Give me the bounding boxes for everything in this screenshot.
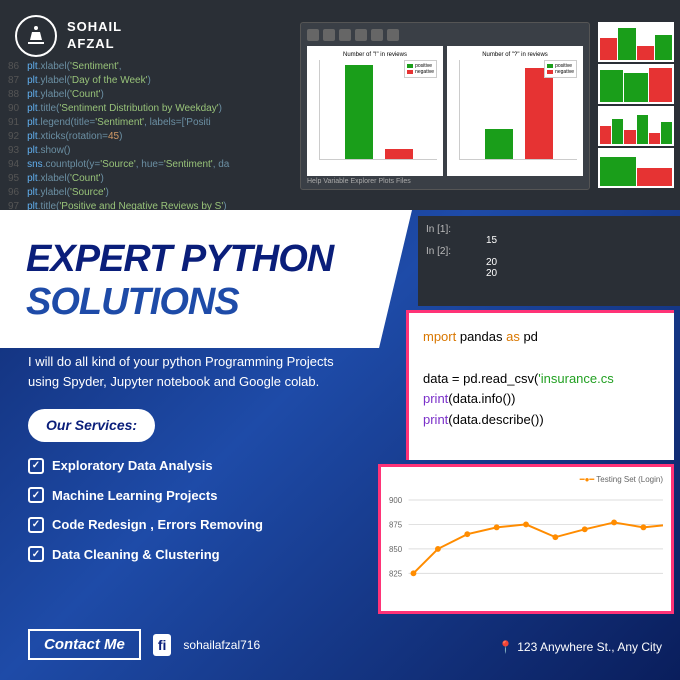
service-item: ✓Machine Learning Projects	[28, 486, 368, 506]
panel-tabs: Help Variable Explorer Plots Files	[307, 178, 583, 185]
contact-button[interactable]: Contact Me	[28, 629, 141, 660]
service-item: ✓Data Cleaning & Clustering	[28, 545, 368, 565]
service-item: ✓Exploratory Data Analysis	[28, 456, 368, 476]
plot-toolbar	[307, 29, 583, 43]
service-item: ✓Code Redesign , Errors Removing	[28, 515, 368, 535]
check-icon: ✓	[28, 458, 44, 474]
description-text: I will do all kind of your python Progra…	[28, 352, 368, 391]
headline-line2: SOLUTIONS	[26, 281, 386, 324]
services-list: ✓Exploratory Data Analysis ✓Machine Learn…	[28, 456, 368, 564]
profile-name: SOHAILAFZAL	[67, 19, 122, 53]
username: sohailafzal716	[183, 638, 260, 652]
thumbnail-charts	[598, 22, 674, 188]
line-chart: ━●━ Testing Set (Login) 900 875 850 825	[378, 464, 674, 614]
avatar-icon	[15, 15, 57, 57]
bar-chart-2: Number of "?" in reviews positivenegativ…	[447, 46, 583, 176]
svg-text:850: 850	[389, 545, 403, 554]
check-icon: ✓	[28, 546, 44, 562]
svg-text:875: 875	[389, 520, 403, 529]
svg-text:900: 900	[389, 496, 403, 505]
check-icon: ✓	[28, 487, 44, 503]
pin-icon: 📍	[498, 640, 513, 654]
ipython-console: In [1]: 15 In [2]: 20 20	[418, 216, 680, 306]
check-icon: ✓	[28, 517, 44, 533]
headline-card: EXPERT PYTHON SOLUTIONS	[0, 210, 412, 348]
svg-text:825: 825	[389, 569, 403, 578]
code-snippet: mport pandas as pd data = pd.read_csv('i…	[406, 310, 674, 460]
services-pill: Our Services:	[28, 409, 155, 442]
ide-plot-panel: Number of "!" in reviews positivenegativ…	[300, 22, 590, 190]
description-block: I will do all kind of your python Progra…	[28, 352, 368, 574]
contact-row: Contact Me fi sohailafzal716	[28, 629, 260, 660]
fiverr-icon: fi	[153, 634, 172, 656]
address: 📍 123 Anywhere St., Any City	[498, 640, 662, 654]
bar-chart-1: Number of "!" in reviews positivenegativ…	[307, 46, 443, 176]
headline-line1: EXPERT PYTHON	[26, 238, 386, 281]
profile-header: SOHAILAFZAL	[15, 15, 122, 57]
